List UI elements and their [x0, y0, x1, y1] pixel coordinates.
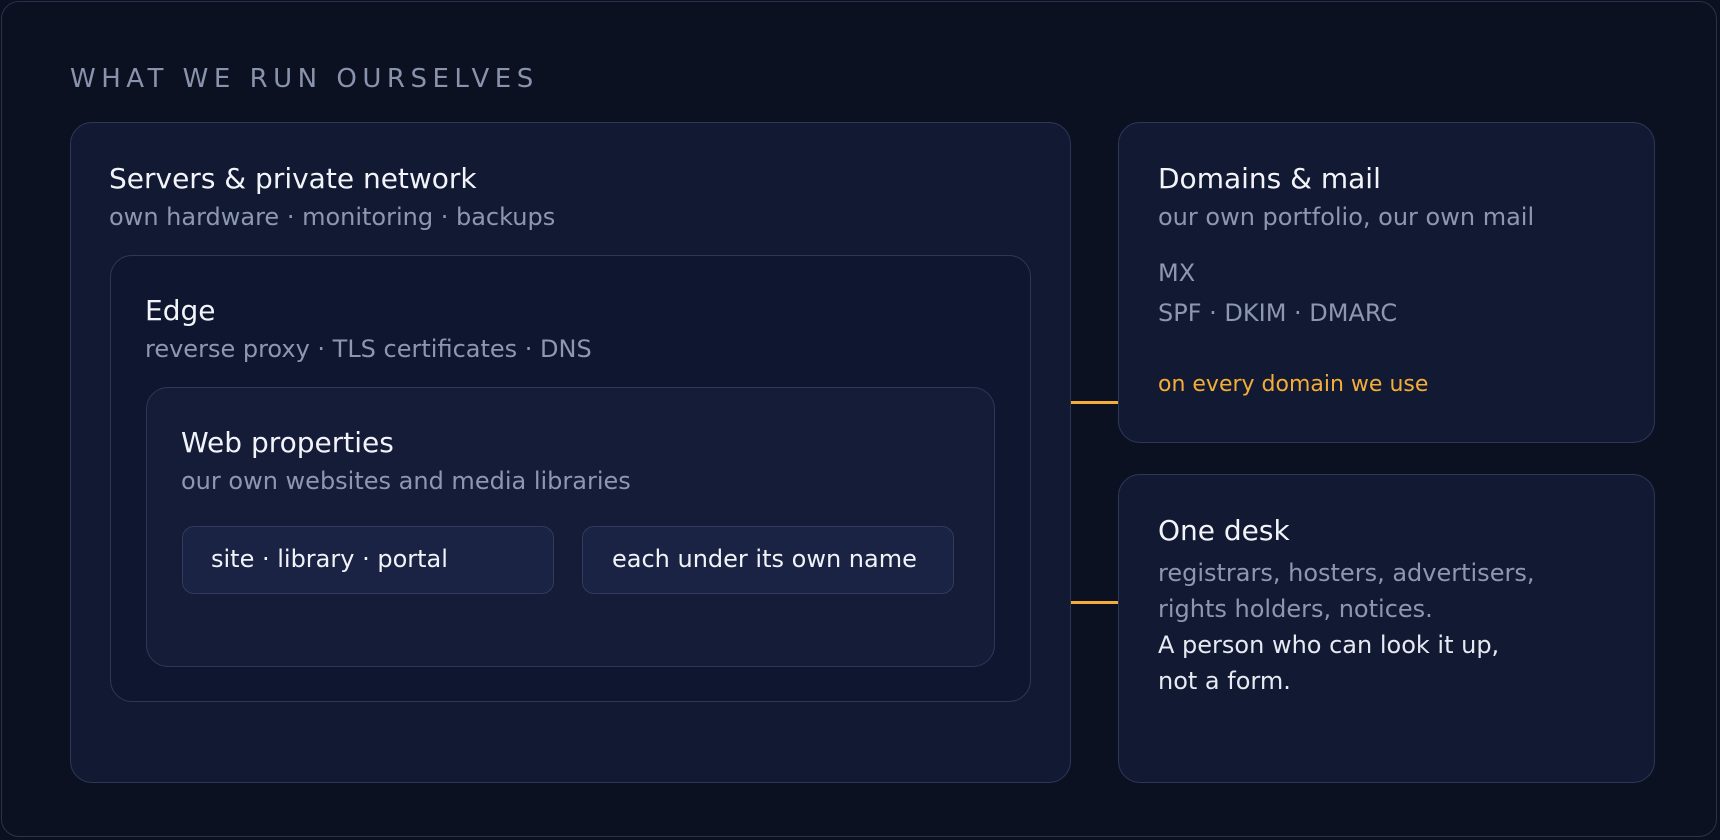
- desk-line-2: rights holders, notices.: [1158, 595, 1433, 623]
- web-properties-title: Web properties: [181, 426, 394, 459]
- desk-line-1: registrars, hosters, advertisers,: [1158, 559, 1535, 587]
- web-chip-own-name: each under its own name: [582, 526, 954, 594]
- servers-subtitle: own hardware · monitoring · backups: [109, 203, 556, 231]
- desk-line-4: not a form.: [1158, 667, 1291, 695]
- domains-record-mx: MX: [1158, 259, 1196, 287]
- edge-subtitle: reverse proxy · TLS certificates · DNS: [145, 335, 592, 363]
- domains-title: Domains & mail: [1158, 162, 1381, 195]
- section-heading: WHAT WE RUN OURSELVES: [70, 64, 539, 94]
- domains-note: on every domain we use: [1158, 372, 1429, 397]
- domains-record-auth: SPF · DKIM · DMARC: [1158, 299, 1398, 327]
- web-chip-site-library-portal: site · library · portal: [182, 526, 554, 594]
- desk-line-3: A person who can look it up,: [1158, 631, 1500, 659]
- servers-title: Servers & private network: [109, 162, 477, 195]
- connector-domains: [1071, 401, 1119, 404]
- domains-subtitle: our own portfolio, our own mail: [1158, 203, 1535, 231]
- edge-title: Edge: [145, 294, 216, 327]
- connector-desk: [1071, 601, 1119, 604]
- web-properties-subtitle: our own websites and media libraries: [181, 467, 631, 495]
- diagram-frame: WHAT WE RUN OURSELVES Servers & private …: [1, 1, 1717, 837]
- desk-title: One desk: [1158, 514, 1290, 547]
